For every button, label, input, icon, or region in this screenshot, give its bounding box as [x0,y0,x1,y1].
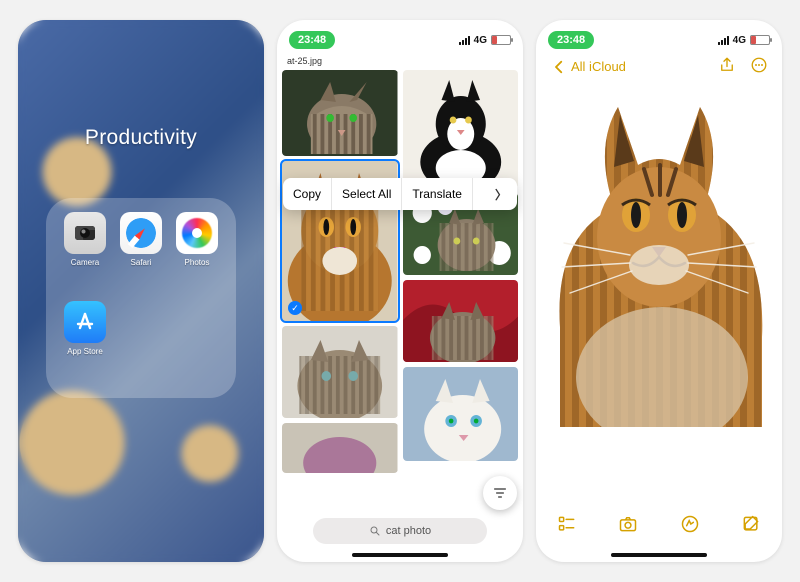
app-safari[interactable]: Safari [116,212,166,295]
app-label: Photos [185,258,210,267]
notes-screen: 23:48 4G All iCloud [536,20,782,562]
status-bar: 23:48 4G [536,20,782,54]
status-time-pill[interactable]: 23:48 [289,31,335,49]
draw-icon [680,514,700,534]
app-label: App Store [67,347,103,356]
more-icon [750,56,768,74]
draw-button[interactable] [680,514,700,539]
home-folder-screen: Productivity Camera Safari Photos App St… [18,20,264,562]
cell-label: 4G [733,35,746,46]
back-label: All iCloud [571,59,626,74]
photos-icon [176,212,218,254]
battery-icon [491,35,511,45]
app-appstore[interactable]: App Store [60,301,110,384]
camera-button[interactable] [618,514,638,539]
image-thumb[interactable] [403,280,519,362]
menu-select-all[interactable]: Select All [332,178,402,210]
app-folder[interactable]: Camera Safari Photos App Store [46,198,236,398]
search-icon [369,525,381,537]
appstore-icon [64,301,106,343]
home-indicator[interactable] [611,553,707,557]
search-bar[interactable]: cat photo [313,518,487,544]
image-thumb[interactable] [282,326,398,418]
notes-nav: All iCloud [536,54,782,83]
battery-icon [750,35,770,45]
image-search-screen: 23:48 4G at-25.jpg [277,20,523,562]
image-grid [277,70,523,473]
app-label: Camera [71,258,99,267]
camera-icon [618,514,638,534]
filename-label: at-25.jpg [277,54,523,70]
subject-cutout-image[interactable] [544,87,774,427]
menu-more-icon[interactable]: 〉 [485,178,517,210]
image-thumb[interactable] [403,367,519,461]
share-button[interactable] [718,56,736,77]
menu-translate[interactable]: Translate [402,178,473,210]
image-thumb[interactable] [282,423,398,473]
signal-icon [718,36,729,45]
back-button[interactable]: All iCloud [550,58,626,76]
chevron-left-icon [550,58,568,76]
folder-title: Productivity [18,126,264,150]
status-time-pill[interactable]: 23:48 [548,31,594,49]
status-bar: 23:48 4G [277,20,523,54]
camera-icon [64,212,106,254]
safari-icon [120,212,162,254]
menu-copy[interactable]: Copy [283,178,332,210]
app-label: Safari [131,258,152,267]
notes-toolbar [536,508,782,544]
compose-button[interactable] [741,514,761,539]
context-menu: Copy Select All Translate 〉 [283,178,517,210]
app-photos[interactable]: Photos [172,212,222,295]
app-camera[interactable]: Camera [60,212,110,295]
image-thumb[interactable] [403,70,519,188]
home-indicator[interactable] [352,553,448,557]
more-button[interactable] [750,56,768,77]
filter-button[interactable] [483,476,517,510]
cell-label: 4G [474,35,487,46]
checklist-button[interactable] [557,514,577,539]
image-thumb[interactable] [282,70,398,156]
signal-icon [459,36,470,45]
share-icon [718,56,736,74]
search-text: cat photo [386,525,431,537]
checklist-icon [557,514,577,534]
compose-icon [741,514,761,534]
selection-check-icon [288,301,302,315]
